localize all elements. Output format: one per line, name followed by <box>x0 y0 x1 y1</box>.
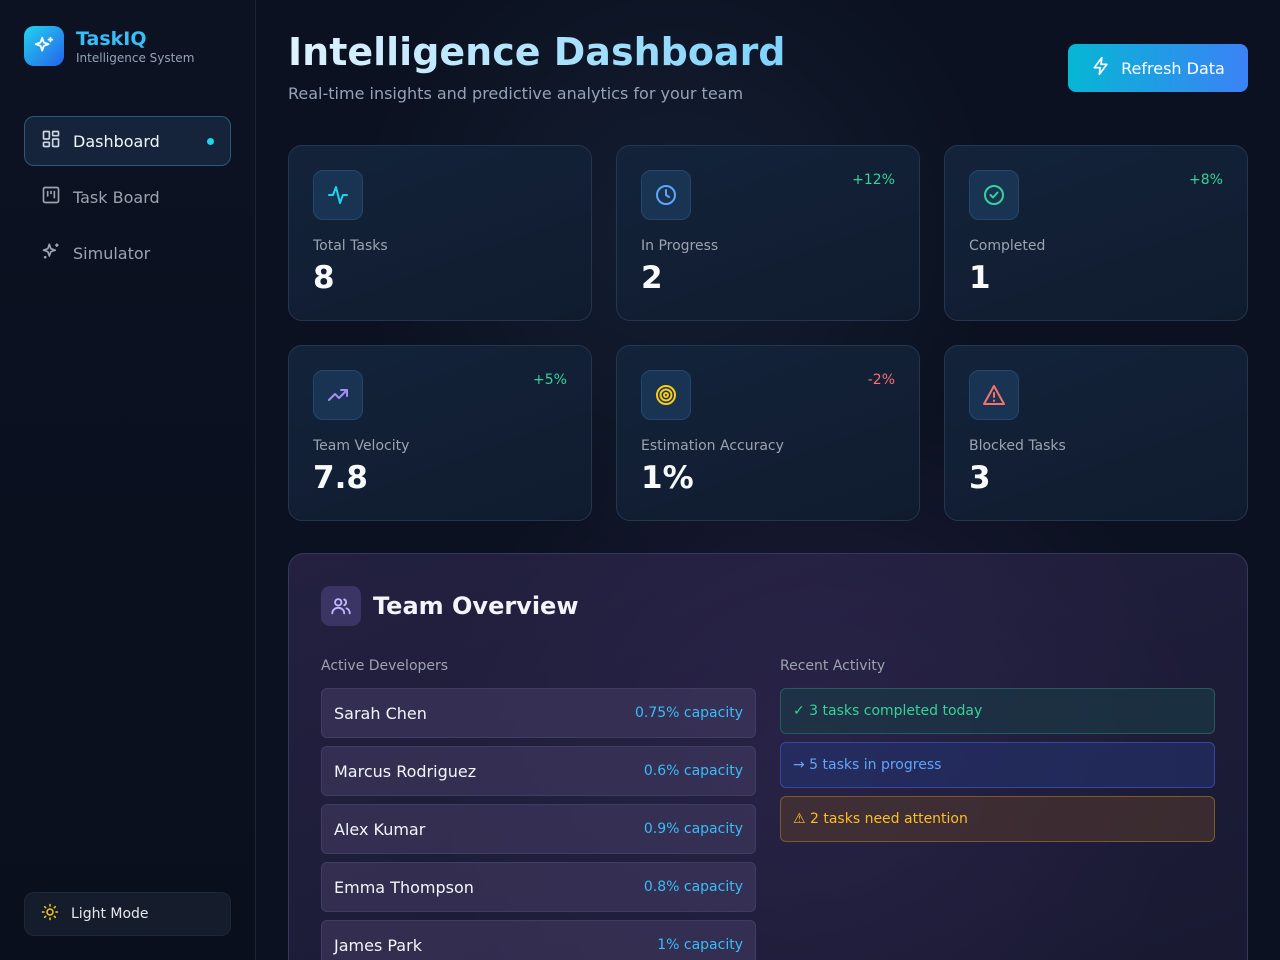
stat-label: Estimation Accuracy <box>641 438 784 454</box>
developer-row[interactable]: Alex Kumar 0.9% capacity <box>321 804 756 854</box>
developer-name: Marcus Rodriguez <box>334 761 477 781</box>
kanban-icon <box>41 185 61 209</box>
stat-value: 2 <box>641 260 663 296</box>
sidebar-item-dashboard[interactable]: Dashboard <box>24 116 231 166</box>
stat-value: 1 <box>969 260 991 296</box>
clock-icon <box>641 170 691 220</box>
sidebar-item-label: Task Board <box>73 187 160 207</box>
developer-name: Sarah Chen <box>334 703 427 723</box>
active-developers-label: Active Developers <box>321 658 449 674</box>
stat-change: +12% <box>852 172 895 188</box>
stat-card-completed: +8% Completed 1 <box>944 145 1248 321</box>
sun-icon <box>41 903 59 925</box>
stat-value: 3 <box>969 460 991 496</box>
stat-card-in-progress: +12% In Progress 2 <box>616 145 920 321</box>
developer-row[interactable]: Emma Thompson 0.8% capacity <box>321 862 756 912</box>
sidebar-item-label: Dashboard <box>73 131 160 151</box>
activity-icon <box>313 170 363 220</box>
developer-name: James Park <box>334 935 422 955</box>
developer-row[interactable]: Marcus Rodriguez 0.6% capacity <box>321 746 756 796</box>
refresh-data-button[interactable]: Refresh Data <box>1068 44 1248 92</box>
stat-label: Completed <box>969 238 1046 254</box>
stat-label: Blocked Tasks <box>969 438 1066 454</box>
target-icon <box>641 370 691 420</box>
stat-card-total-tasks: Total Tasks 8 <box>288 145 592 321</box>
developer-row[interactable]: James Park 1% capacity <box>321 920 756 960</box>
stat-label: In Progress <box>641 238 719 254</box>
page-header: Intelligence Dashboard Real-time insight… <box>288 30 1248 103</box>
developer-capacity: 0.75% capacity <box>634 705 743 721</box>
trending-up-icon <box>313 370 363 420</box>
developer-row[interactable]: Sarah Chen 0.75% capacity <box>321 688 756 738</box>
team-overview-columns: Active Developers Sarah Chen 0.75% capac… <box>321 658 1215 960</box>
page-title: Intelligence Dashboard <box>288 30 786 74</box>
activity-item-in-progress: → 5 tasks in progress <box>780 742 1215 788</box>
brand-subtitle: Intelligence System <box>76 50 195 65</box>
active-indicator <box>207 138 214 145</box>
stats-grid: Total Tasks 8 +12% In Progress 2 +8% Com… <box>288 145 1248 521</box>
brand: TaskIQ Intelligence System <box>24 26 231 66</box>
check-circle-icon <box>969 170 1019 220</box>
stat-card-blocked-tasks: Blocked Tasks 3 <box>944 345 1248 521</box>
light-mode-toggle[interactable]: Light Mode <box>24 892 231 936</box>
activity-item-attention: ⚠ 2 tasks need attention <box>780 796 1215 842</box>
developer-capacity: 0.6% capacity <box>643 763 743 779</box>
stat-card-team-velocity: +5% Team Velocity 7.8 <box>288 345 592 521</box>
theme-toggle-label: Light Mode <box>71 906 149 922</box>
active-developers-column: Active Developers Sarah Chen 0.75% capac… <box>321 658 756 960</box>
page-subtitle: Real-time insights and predictive analyt… <box>288 84 744 103</box>
sidebar: TaskIQ Intelligence System Dashboard Tas… <box>0 0 256 960</box>
stat-change: +5% <box>533 372 567 388</box>
dashboard-icon <box>41 129 61 153</box>
team-overview-panel: Team Overview Active Developers Sarah Ch… <box>288 553 1248 960</box>
alert-triangle-icon <box>969 370 1019 420</box>
stat-change: -2% <box>867 372 895 388</box>
main-content: Intelligence Dashboard Real-time insight… <box>256 0 1280 960</box>
sidebar-item-simulator[interactable]: Simulator <box>24 228 231 278</box>
sidebar-nav: Dashboard Task Board Simulator <box>24 116 231 278</box>
developer-name: Alex Kumar <box>334 819 426 839</box>
developer-capacity: 0.8% capacity <box>643 879 743 895</box>
stat-label: Total Tasks <box>313 238 388 254</box>
developer-capacity: 0.9% capacity <box>643 821 743 837</box>
developer-name: Emma Thompson <box>334 877 474 897</box>
recent-activity-column: Recent Activity ✓ 3 tasks completed toda… <box>780 658 1215 960</box>
lightning-icon <box>1091 56 1111 80</box>
team-overview-title: Team Overview <box>373 592 579 620</box>
sparkles-logo-icon <box>24 26 64 66</box>
stat-change: +8% <box>1189 172 1223 188</box>
stat-card-estimation-accuracy: -2% Estimation Accuracy 1% <box>616 345 920 521</box>
stat-value: 8 <box>313 260 335 296</box>
developer-capacity: 1% capacity <box>657 937 743 953</box>
brand-name: TaskIQ <box>76 27 147 50</box>
stat-value: 7.8 <box>313 460 368 496</box>
users-icon <box>321 586 361 626</box>
recent-activity-label: Recent Activity <box>780 658 886 674</box>
sidebar-item-task-board[interactable]: Task Board <box>24 172 231 222</box>
sidebar-item-label: Simulator <box>73 243 151 263</box>
activity-item-completed: ✓ 3 tasks completed today <box>780 688 1215 734</box>
refresh-label: Refresh Data <box>1121 58 1225 78</box>
stat-value: 1% <box>641 460 694 496</box>
stat-label: Team Velocity <box>313 438 410 454</box>
sparkles-icon <box>41 241 61 265</box>
team-overview-header: Team Overview <box>321 586 1215 626</box>
